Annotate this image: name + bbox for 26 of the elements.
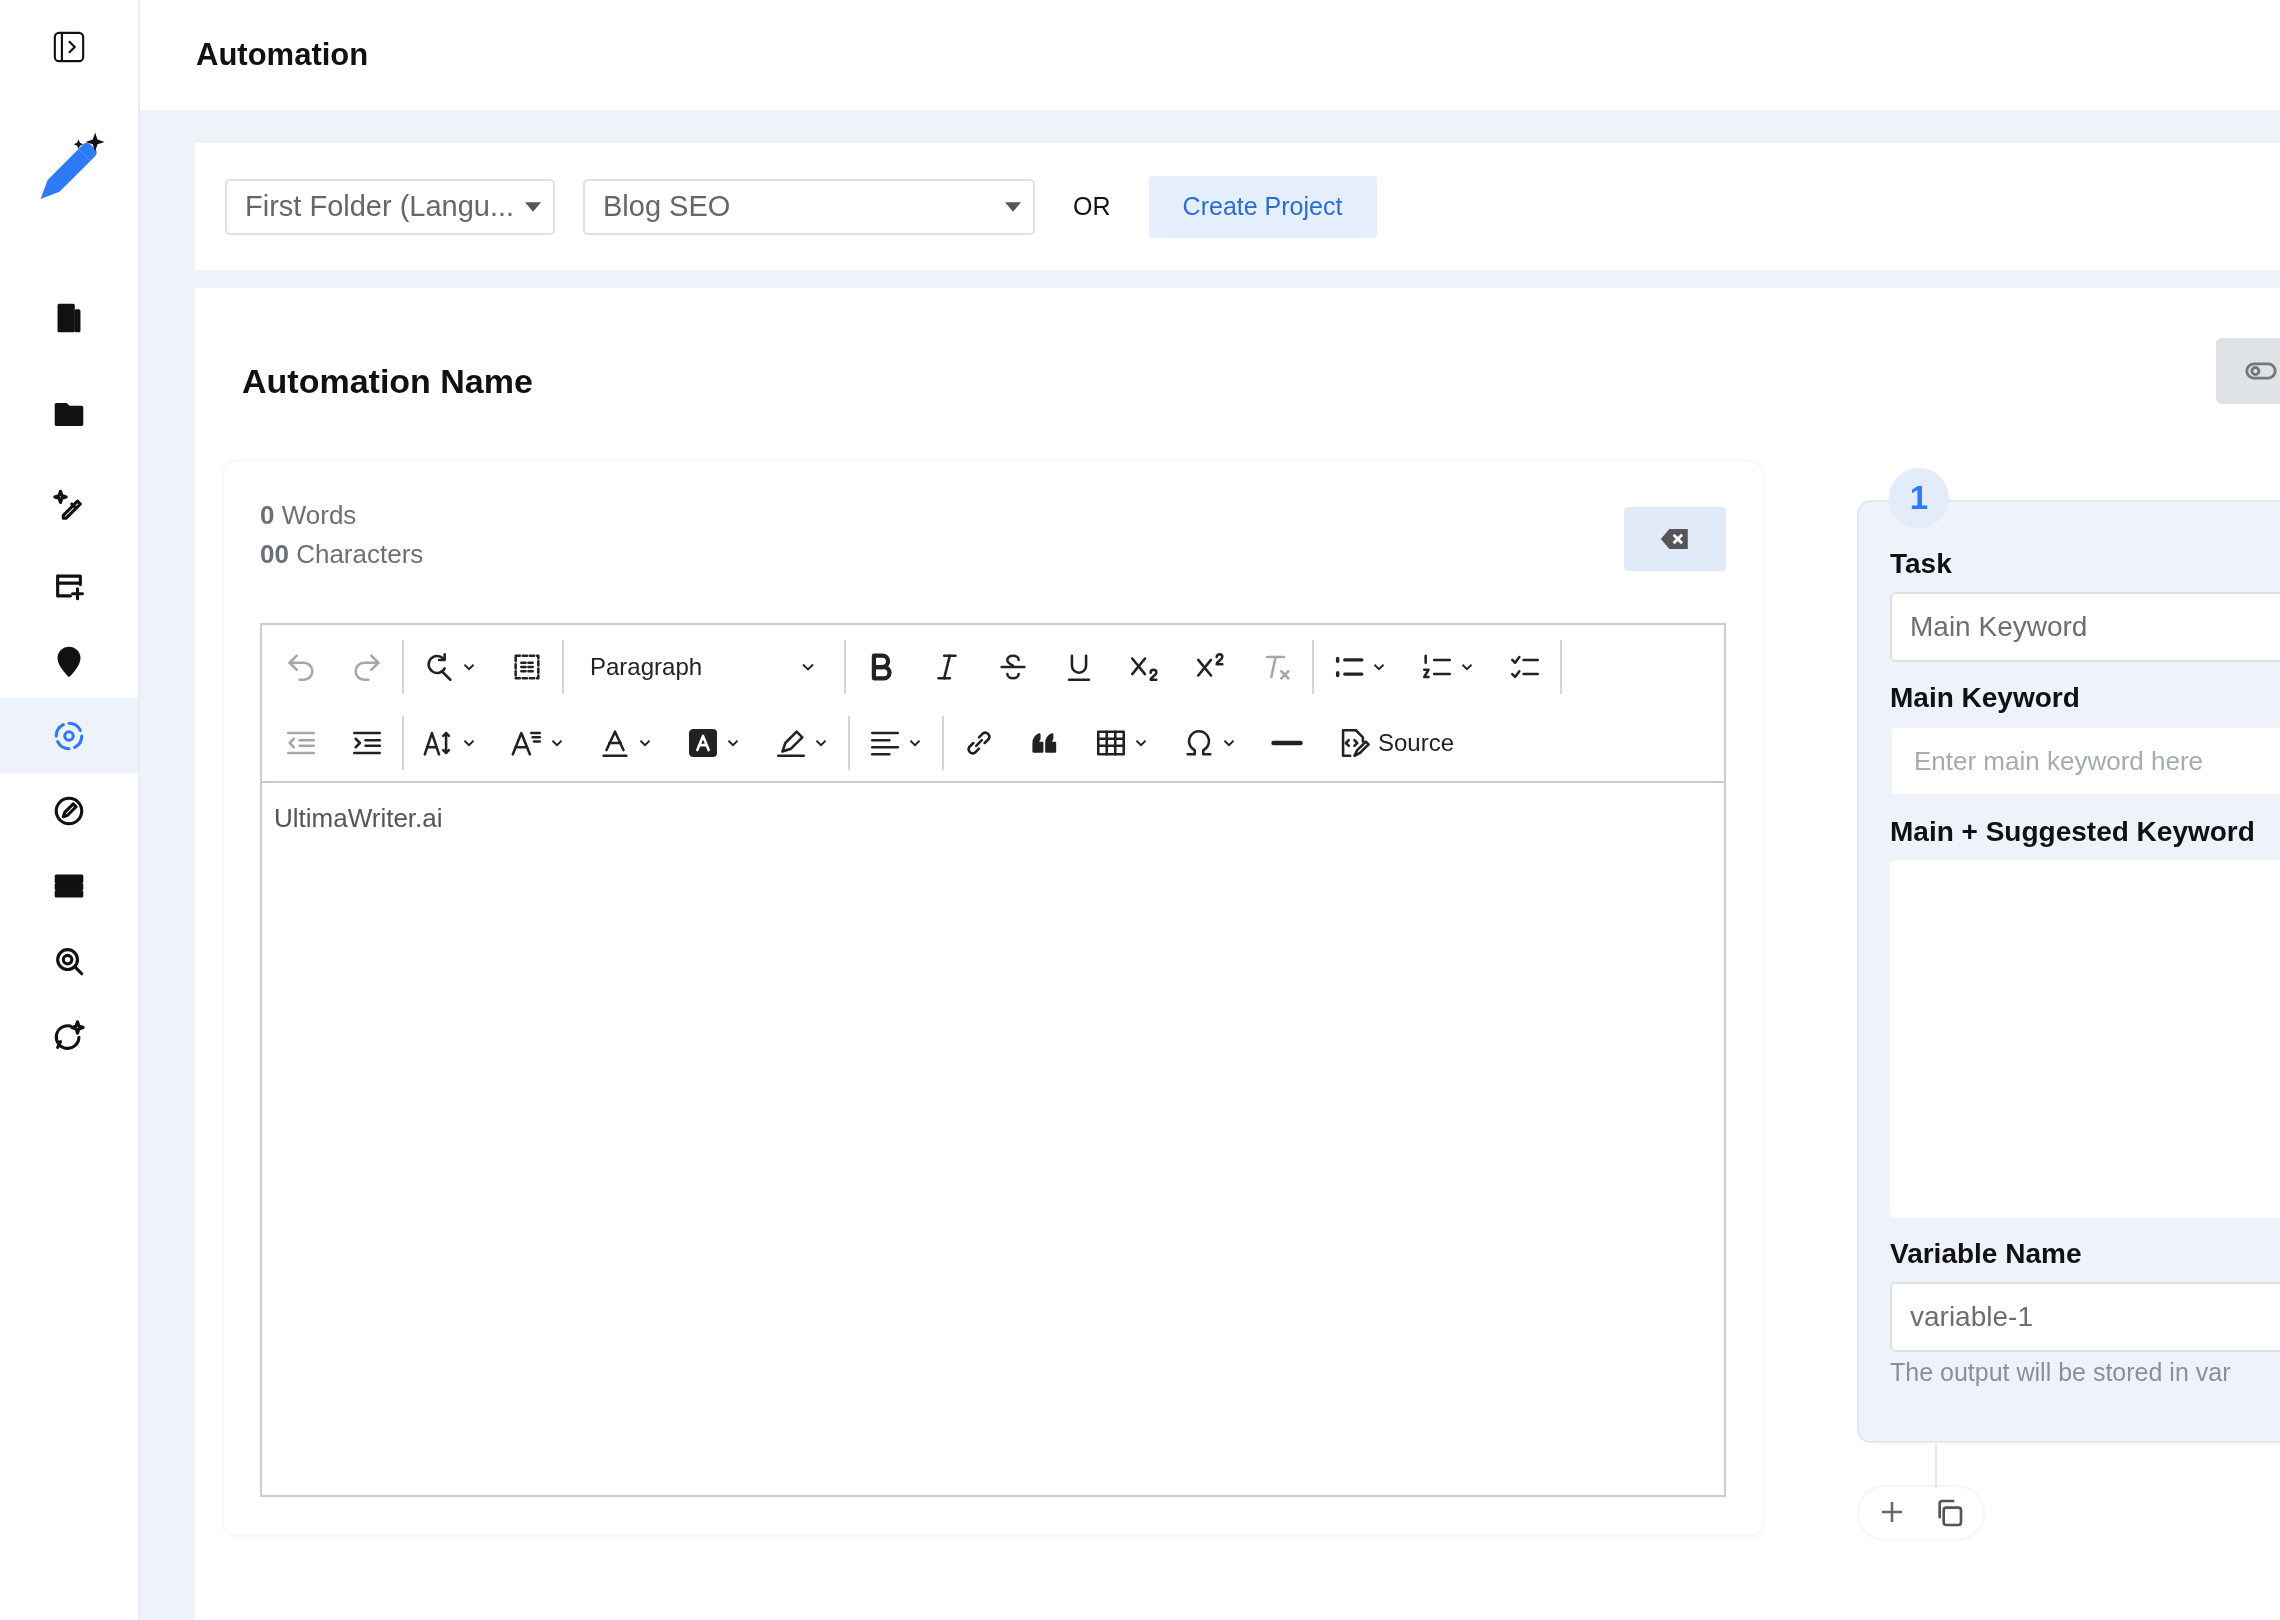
step-number: 1: [1889, 468, 1949, 528]
or-label: OR: [1073, 192, 1111, 221]
background-color-icon: [686, 726, 720, 760]
paragraph-style-select[interactable]: Paragraph: [574, 653, 834, 681]
word-count: 0 Words: [260, 500, 358, 531]
automation-name-title: Automation Name: [242, 361, 533, 401]
input-field[interactable]: Main Keyword: [1890, 592, 2280, 662]
source-button[interactable]: Source: [1328, 720, 1463, 766]
folder-select[interactable]: First Folder (Langu...: [225, 178, 555, 235]
field-label: Variable Name: [1890, 1238, 2083, 1270]
field-label: Main + Suggested Keyword: [1890, 816, 2256, 848]
toggle-button[interactable]: [2216, 338, 2280, 404]
input-field[interactable]: variable-1: [1890, 1282, 2280, 1352]
panel-toggle-icon: [52, 30, 86, 64]
template-select[interactable]: Blog SEO: [583, 178, 1035, 235]
character-count: 00 Characters: [260, 539, 424, 570]
horizontal-line-icon: [1270, 740, 1304, 746]
help-text: The output will be stored in var: [1890, 1358, 2232, 1387]
dropdown-caret-icon: [525, 201, 541, 212]
create-project-button[interactable]: Create Project: [1148, 175, 1377, 238]
page-title: Automation: [196, 37, 369, 73]
field-label: Main Keyword: [1890, 682, 2081, 714]
field-label: Task: [1890, 548, 1953, 580]
dropdown-caret-icon: [1005, 201, 1021, 212]
clear-button[interactable]: [1624, 507, 1726, 571]
editor-text[interactable]: UltimaWriter.ai: [262, 783, 1724, 1495]
